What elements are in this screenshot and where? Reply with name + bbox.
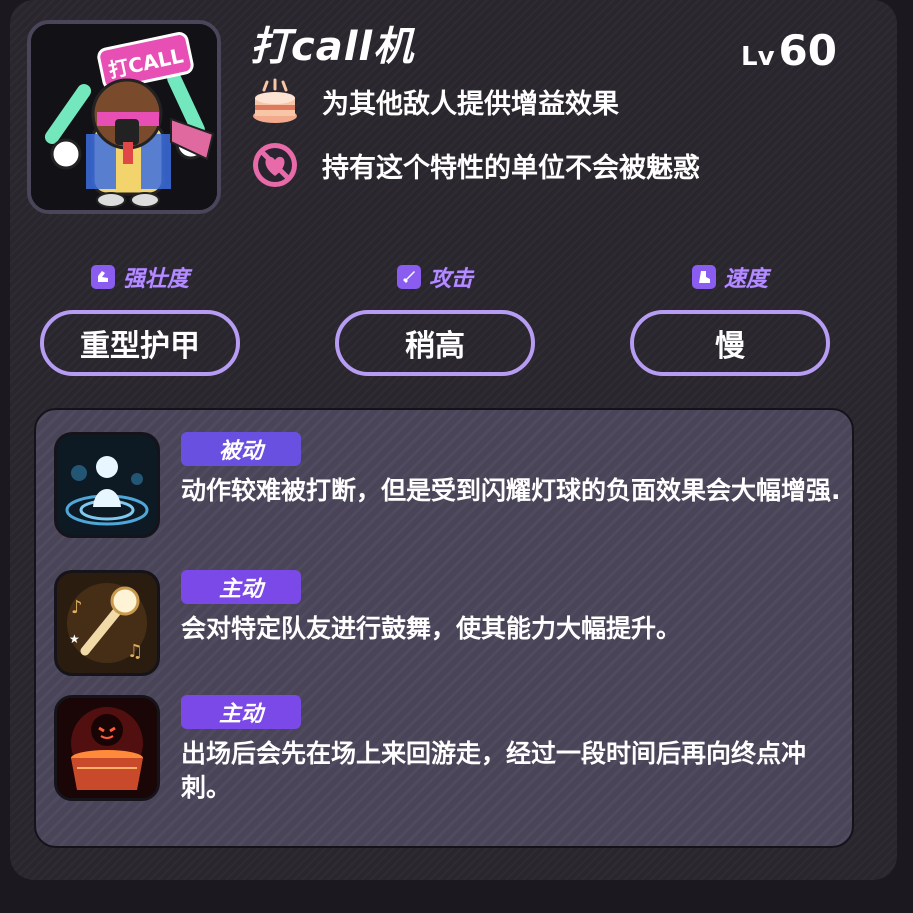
unit-portrait: 打CALL	[27, 20, 221, 214]
unit-name: 打call机	[250, 24, 415, 70]
stat-label-attack: 攻击	[428, 267, 473, 292]
microphone-icon: ♪ ♫ ★	[54, 570, 160, 676]
level-prefix: Lv	[741, 42, 775, 72]
trait-row-buff: 为其他敌人提供增益效果	[250, 76, 619, 126]
level-value: 60	[778, 26, 837, 75]
stat-label-speed: 速度	[723, 267, 768, 292]
cake-icon	[253, 78, 297, 123]
boot-icon	[691, 265, 716, 289]
skill-description: 会对特定队友进行鼓舞，使其能力大幅提升。	[181, 614, 682, 643]
no-charm-icon	[253, 143, 297, 187]
skill-type-badge: 被动	[181, 432, 301, 466]
stat-attack: 攻击 稍高	[335, 260, 535, 376]
unit-info-card: 打CALL 打call机 Lv 60 为其他敌人提供增益效果 持有这个特性的单位…	[10, 0, 897, 880]
trait-text-charm-immune: 持有这个特性的单位不会被魅惑	[322, 152, 700, 184]
stat-value-speed: 慢	[630, 310, 830, 376]
stat-label-toughness: 强壮度	[122, 267, 189, 292]
demon-cauldron-icon	[54, 695, 160, 801]
skill-type-badge: 主动	[181, 570, 301, 604]
stat-value-attack: 稍高	[335, 310, 535, 376]
skill-description: 出场后会先在场上来回游走，经过一段时间后再向终点冲刺。	[181, 739, 807, 802]
skill-type-badge: 主动	[181, 695, 301, 729]
glowing-figure-icon	[54, 432, 160, 538]
unit-level: Lv 60	[741, 26, 837, 75]
svg-text:★: ★	[69, 632, 80, 646]
stat-toughness: 强壮度 重型护甲	[40, 260, 240, 376]
skill-description: 动作较难被打断，但是受到闪耀灯球的负面效果会大幅增强.	[181, 476, 841, 505]
skills-panel: 被动 动作较难被打断，但是受到闪耀灯球的负面效果会大幅增强. ♪ ♫ ★ 主动 …	[34, 408, 854, 848]
arm-icon	[90, 265, 115, 289]
trait-row-charm-immune: 持有这个特性的单位不会被魅惑	[250, 140, 700, 190]
stat-speed: 速度 慢	[630, 260, 830, 376]
stat-value-toughness: 重型护甲	[40, 310, 240, 376]
svg-text:♪: ♪	[71, 597, 83, 618]
sword-icon	[396, 265, 421, 289]
trait-text-buff: 为其他敌人提供增益效果	[322, 88, 619, 120]
svg-text:♫: ♫	[127, 641, 143, 662]
